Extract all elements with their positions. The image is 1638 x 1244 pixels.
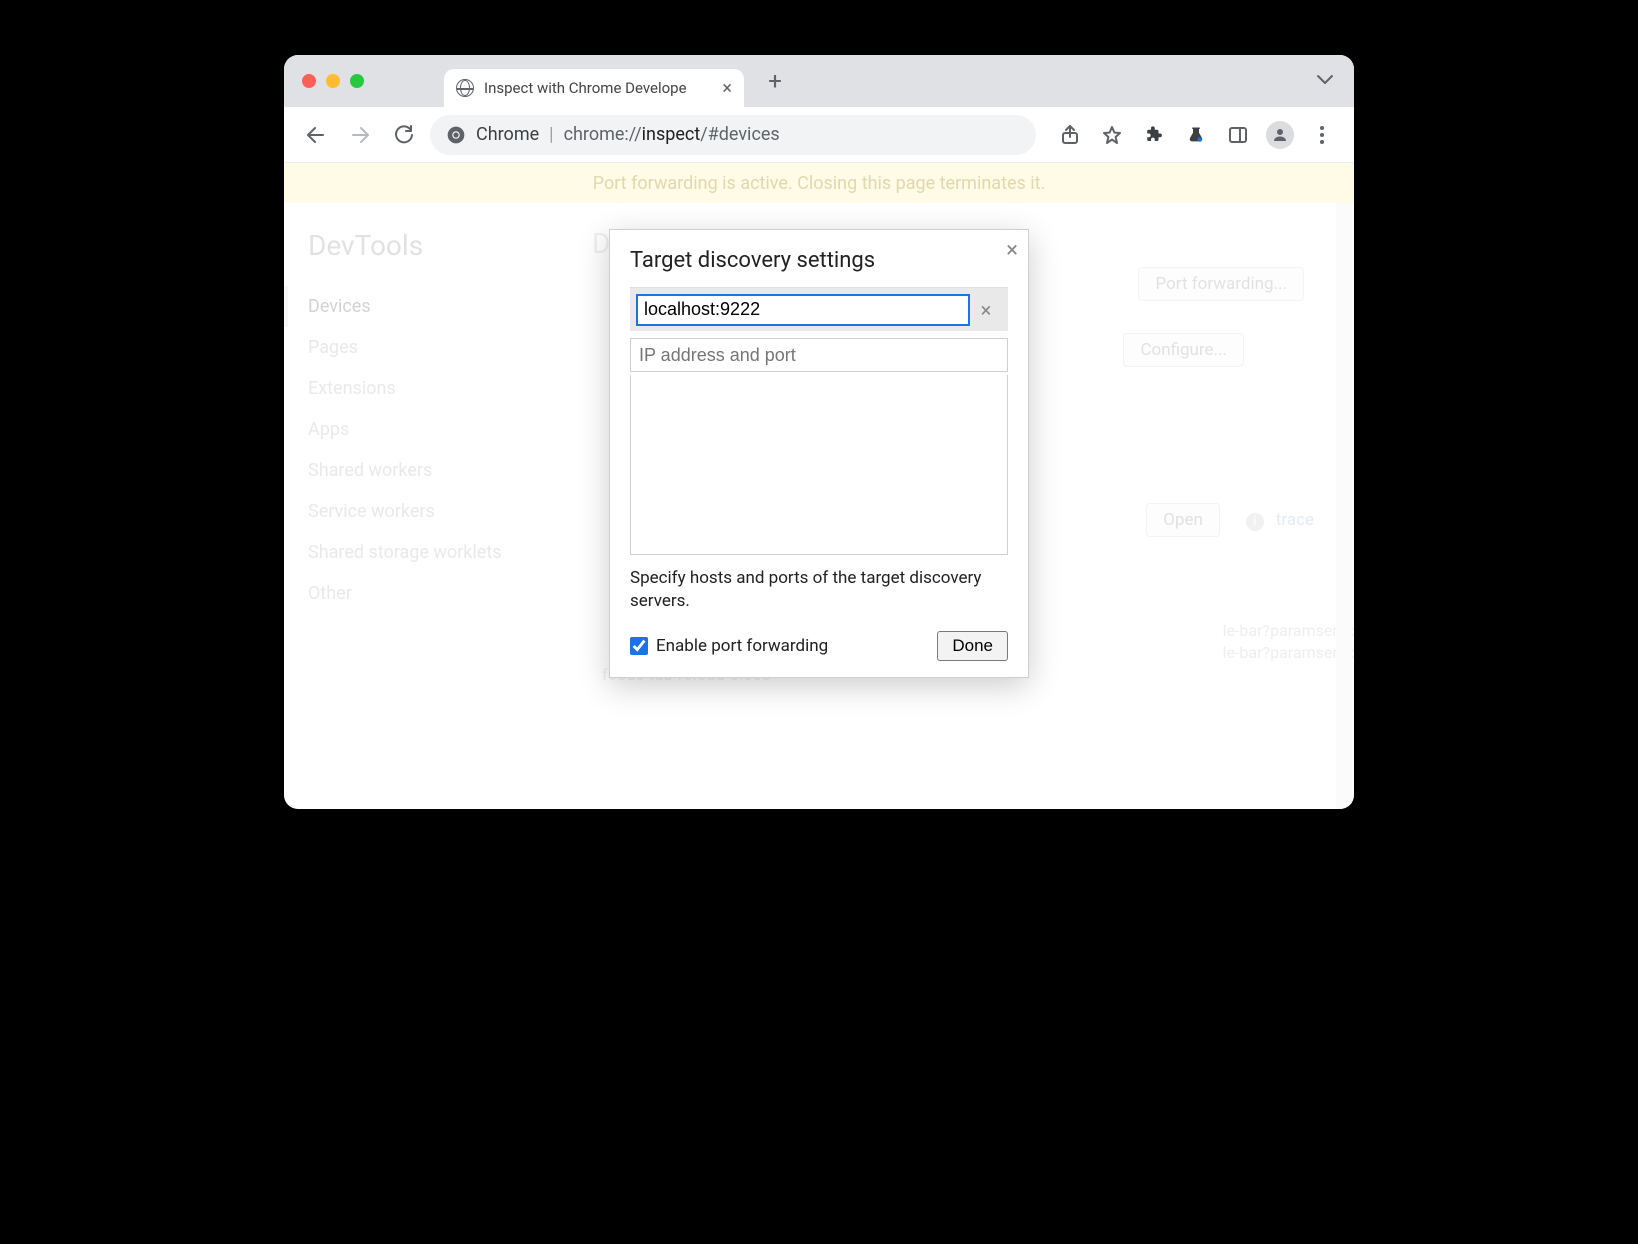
- close-tab-icon[interactable]: ×: [722, 78, 732, 99]
- enable-port-forwarding-text: Enable port forwarding: [656, 636, 828, 656]
- back-button[interactable]: [298, 117, 334, 153]
- target-new-row: [630, 335, 1008, 375]
- tab-strip: Inspect with Chrome Develope × +: [284, 55, 1354, 107]
- target-entry-row: ×: [630, 287, 1008, 331]
- target-discovery-dialog: × Target discovery settings × Specify ho…: [609, 229, 1029, 678]
- url-path: chrome://inspect/#devices: [564, 124, 780, 145]
- forward-button[interactable]: [342, 117, 378, 153]
- enable-port-forwarding-label[interactable]: Enable port forwarding: [630, 636, 828, 656]
- chrome-icon: [446, 125, 466, 145]
- delete-entry-icon[interactable]: ×: [970, 294, 1002, 326]
- done-button[interactable]: Done: [937, 631, 1008, 661]
- new-tab-button[interactable]: +: [758, 64, 792, 98]
- globe-icon: [456, 79, 474, 97]
- url-scheme: Chrome: [476, 124, 539, 145]
- target-address-placeholder-input[interactable]: [630, 338, 1008, 372]
- dialog-footer: Enable port forwarding Done: [630, 631, 1008, 661]
- address-bar[interactable]: Chrome | chrome://inspect/#devices: [430, 115, 1036, 155]
- window-controls: [302, 74, 364, 88]
- tabs-dropdown-icon[interactable]: [1306, 66, 1344, 96]
- target-list-area: [630, 375, 1008, 555]
- browser-window: Inspect with Chrome Develope × + Chrome …: [284, 55, 1354, 809]
- reload-button[interactable]: [386, 117, 422, 153]
- menu-icon[interactable]: [1304, 117, 1340, 153]
- share-icon[interactable]: [1052, 117, 1088, 153]
- close-dialog-icon[interactable]: ×: [1006, 238, 1018, 263]
- labs-icon[interactable]: [1178, 117, 1214, 153]
- minimize-window-button[interactable]: [326, 74, 340, 88]
- profile-button[interactable]: [1262, 117, 1298, 153]
- bookmark-icon[interactable]: [1094, 117, 1130, 153]
- url-separator: |: [549, 124, 553, 145]
- browser-tab[interactable]: Inspect with Chrome Develope ×: [444, 69, 744, 107]
- tab-title: Inspect with Chrome Develope: [484, 79, 712, 97]
- close-window-button[interactable]: [302, 74, 316, 88]
- target-address-input[interactable]: [636, 294, 970, 326]
- dialog-help-text: Specify hosts and ports of the target di…: [630, 567, 1008, 613]
- extensions-icon[interactable]: [1136, 117, 1172, 153]
- side-panel-icon[interactable]: [1220, 117, 1256, 153]
- enable-port-forwarding-checkbox[interactable]: [630, 637, 648, 655]
- avatar-icon: [1266, 121, 1294, 149]
- dialog-title: Target discovery settings: [630, 248, 1008, 273]
- toolbar: Chrome | chrome://inspect/#devices: [284, 107, 1354, 163]
- maximize-window-button[interactable]: [350, 74, 364, 88]
